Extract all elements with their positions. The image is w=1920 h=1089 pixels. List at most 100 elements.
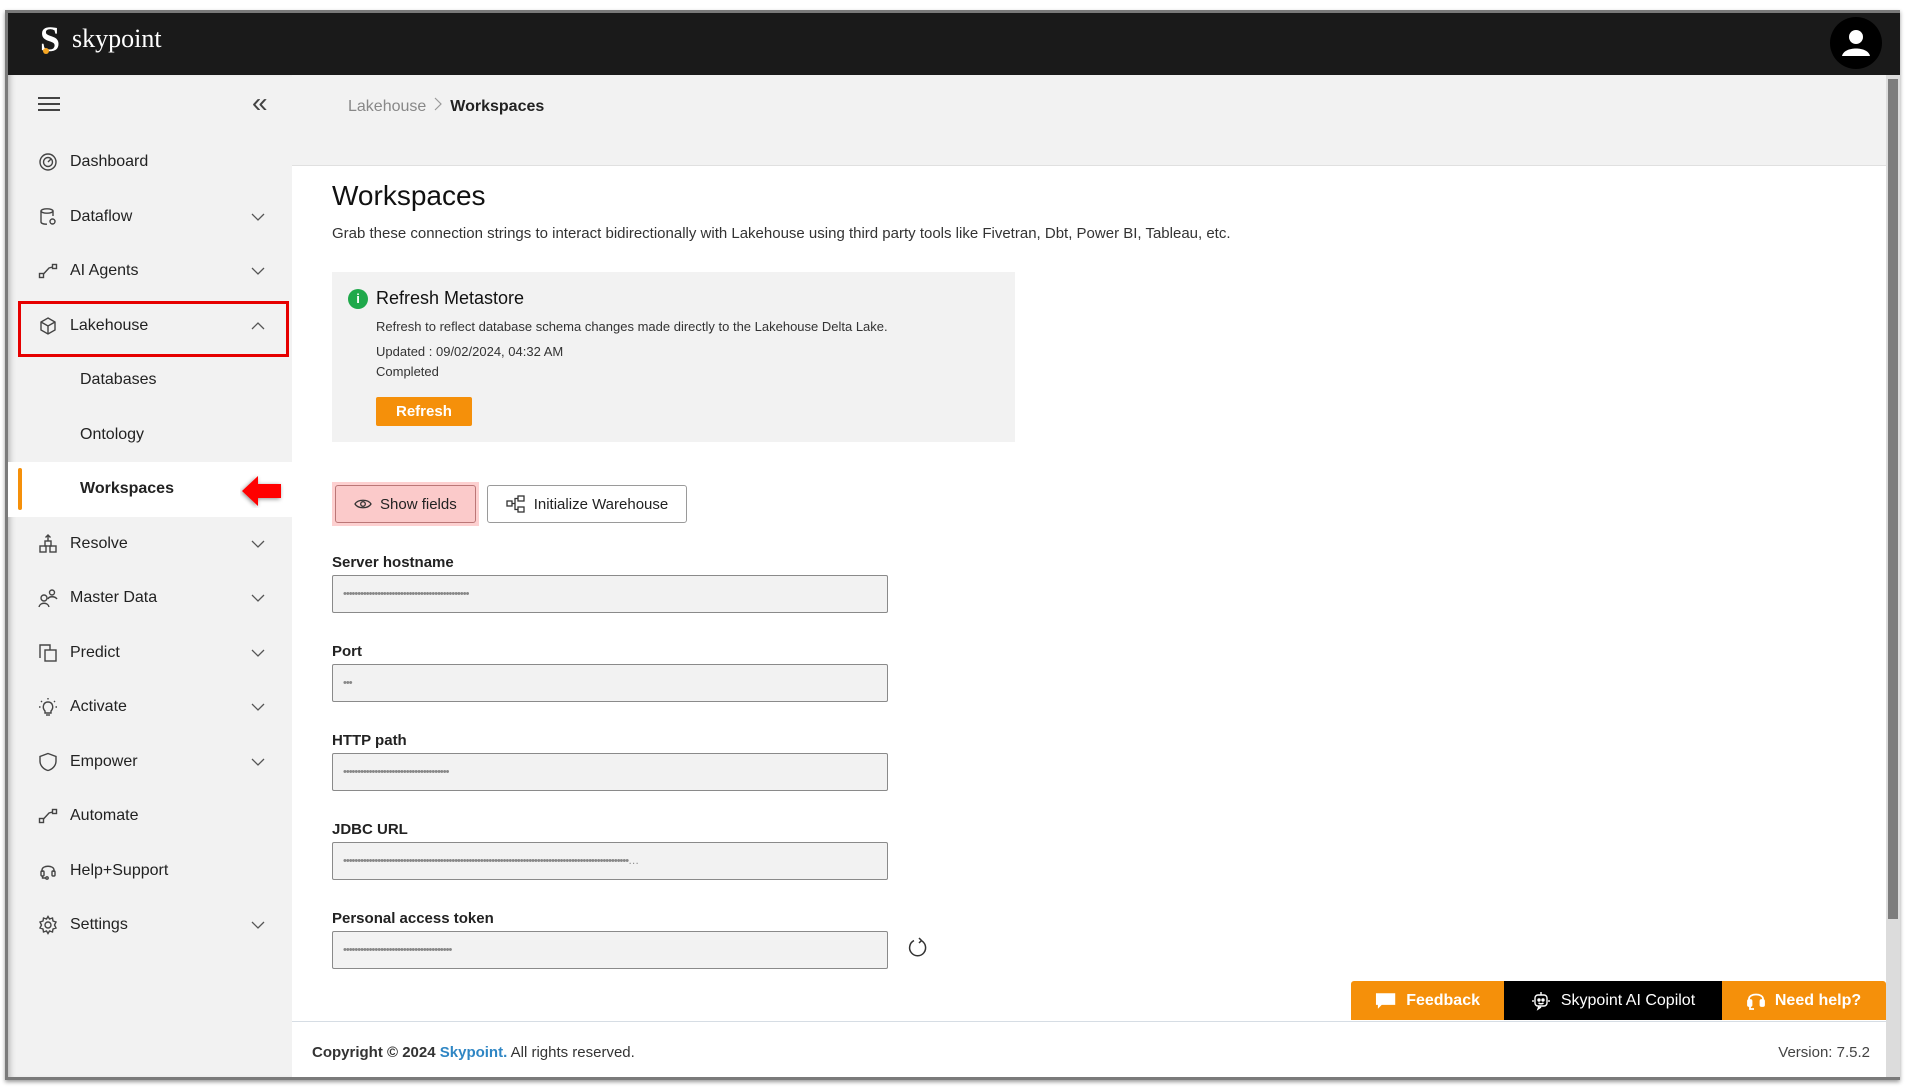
sidebar-item-ai-agents[interactable]: AI Agents	[8, 244, 292, 299]
logo-text: skypoint	[72, 24, 162, 53]
initialize-warehouse-label: Initialize Warehouse	[533, 495, 669, 513]
hamburger-menu-icon[interactable]	[38, 97, 60, 111]
people-icon	[38, 588, 58, 608]
sidebar-subitem-ontology[interactable]: Ontology	[8, 408, 292, 463]
database-gear-icon	[38, 207, 58, 227]
chevron-down-icon	[251, 262, 265, 280]
sidebar-item-master-data[interactable]: Master Data	[8, 571, 292, 626]
jdbc-url-field: JDBC URL •••••••••••••••••••••••••••••••…	[332, 821, 1886, 880]
chevron-down-icon	[251, 916, 265, 934]
version-text: Version: 7.5.2	[1778, 1044, 1870, 1061]
sidebar-item-label: Predict	[70, 643, 120, 661]
sidebar-subitem-workspaces[interactable]: Workspaces	[8, 462, 292, 517]
sidebar-item-predict[interactable]: Predict	[8, 626, 292, 681]
sidebar-item-automate[interactable]: Automate	[8, 789, 292, 844]
sidebar-item-label: Resolve	[70, 534, 128, 552]
port-input[interactable]: •••	[332, 664, 888, 702]
refresh-metastore-card: i Refresh Metastore Refresh to reflect d…	[332, 272, 1015, 442]
field-label: Personal access token	[332, 910, 494, 927]
breadcrumb: Lakehouse Workspaces	[348, 97, 544, 116]
sidebar-item-label: Dashboard	[70, 153, 149, 171]
port-field: Port •••	[332, 643, 1886, 702]
show-fields-button[interactable]: Show fields	[335, 485, 476, 523]
chevron-down-icon	[251, 698, 265, 716]
chevron-down-icon	[251, 535, 265, 553]
show-fields-highlight: Show fields	[332, 482, 479, 526]
collapse-sidebar-icon[interactable]: «	[252, 89, 268, 117]
sidebar-subitem-label: Workspaces	[80, 480, 174, 498]
breadcrumb-current: Workspaces	[450, 97, 545, 115]
eye-icon	[354, 499, 372, 509]
sidebar-subitem-databases[interactable]: Databases	[8, 353, 292, 408]
sidebar-item-label: Empower	[70, 752, 138, 770]
sidebar-item-dataflow[interactable]: Dataflow	[8, 190, 292, 245]
headset-icon	[38, 861, 58, 881]
sidebar-item-dashboard[interactable]: Dashboard	[8, 135, 292, 190]
server-hostname-input[interactable]: ••••••••••••••••••••••••••••••••••••••••…	[332, 575, 888, 613]
sidebar-item-label: Help+Support	[70, 861, 169, 879]
flow-icon	[38, 806, 58, 826]
headset-icon	[1746, 993, 1765, 1010]
need-help-label: Need help?	[1774, 991, 1862, 1009]
http-path-field: HTTP path ••••••••••••••••••••••••••••••…	[332, 732, 1886, 791]
jdbc-url-input[interactable]: ••••••••••••••••••••••••••••••••••••••••…	[332, 842, 888, 880]
gauge-icon	[38, 152, 58, 172]
app-window: S skypoint « Dashboard Dataflow AI Agent…	[5, 10, 1900, 1080]
chevron-down-icon	[251, 644, 265, 662]
cube-icon	[38, 316, 58, 336]
sidebar: « Dashboard Dataflow AI Agents Lakehouse…	[8, 75, 292, 1077]
warehouse-icon	[506, 495, 525, 513]
sidebar-item-lakehouse[interactable]: Lakehouse	[8, 299, 292, 356]
personal-access-token-input[interactable]: ••••••••••••••••••••••••••••••••••••••	[332, 931, 888, 969]
field-label: Server hostname	[332, 554, 454, 571]
chevron-down-icon	[251, 208, 265, 226]
breadcrumb-parent-link[interactable]: Lakehouse	[348, 98, 426, 116]
sidebar-item-label: Dataflow	[70, 207, 133, 225]
breadcrumb-bar: Lakehouse Workspaces	[292, 75, 1886, 166]
sidebar-item-label: Lakehouse	[70, 316, 149, 334]
chat-bubble-icon	[1375, 992, 1396, 1009]
copyright-text: Copyright © 2024 Skypoint. All rights re…	[312, 1044, 635, 1061]
sidebar-item-label: Master Data	[70, 589, 158, 607]
scrollbar-thumb[interactable]	[1888, 79, 1898, 919]
skypoint-link[interactable]: Skypoint.	[440, 1044, 508, 1061]
feedback-label: Feedback	[1406, 991, 1480, 1009]
field-label: Port	[332, 643, 362, 660]
floating-action-bar: Feedback Skypoint AI Copilot Need help?	[1351, 981, 1886, 1020]
metastore-title: Refresh Metastore	[376, 288, 525, 308]
personal-access-token-field: Personal access token ••••••••••••••••••…	[332, 910, 1886, 969]
feedback-button[interactable]: Feedback	[1351, 981, 1504, 1020]
need-help-button[interactable]: Need help?	[1722, 981, 1886, 1020]
hierarchy-icon	[38, 533, 58, 554]
sidebar-item-label: Automate	[70, 807, 139, 825]
info-icon: i	[348, 288, 368, 309]
user-avatar[interactable]	[1830, 17, 1882, 69]
sidebar-item-help-support[interactable]: Help+Support	[8, 844, 292, 899]
sidebar-item-activate[interactable]: Activate	[8, 680, 292, 735]
initialize-warehouse-button[interactable]: Initialize Warehouse	[486, 485, 688, 523]
metastore-description: Refresh to reflect database schema chang…	[376, 319, 888, 334]
page-title: Workspaces	[332, 180, 486, 211]
sidebar-item-label: AI Agents	[70, 262, 139, 280]
top-bar: S skypoint	[8, 13, 1900, 75]
sidebar-item-settings[interactable]: Settings	[8, 898, 292, 953]
sidebar-item-empower[interactable]: Empower	[8, 735, 292, 790]
chevron-down-icon	[251, 753, 265, 771]
sidebar-item-label: Activate	[70, 698, 127, 716]
main-content: Lakehouse Workspaces Workspaces Grab the…	[292, 75, 1886, 1077]
refresh-button[interactable]: Refresh	[376, 397, 472, 426]
regenerate-token-icon[interactable]	[906, 936, 930, 965]
ai-copilot-button[interactable]: Skypoint AI Copilot	[1504, 981, 1722, 1020]
sidebar-subitem-label: Databases	[80, 371, 157, 389]
gear-icon	[38, 915, 58, 936]
sidebar-item-resolve[interactable]: Resolve	[8, 517, 292, 572]
flow-icon	[38, 261, 58, 281]
logo-mark: S	[40, 19, 61, 59]
chevron-up-icon	[251, 317, 265, 335]
predict-icon	[38, 643, 58, 663]
logo[interactable]: S skypoint	[40, 21, 162, 57]
user-icon	[1842, 30, 1870, 56]
http-path-input[interactable]: •••••••••••••••••••••••••••••••••••••	[332, 753, 888, 791]
vertical-scrollbar[interactable]	[1886, 75, 1900, 1077]
shield-icon	[38, 752, 58, 772]
